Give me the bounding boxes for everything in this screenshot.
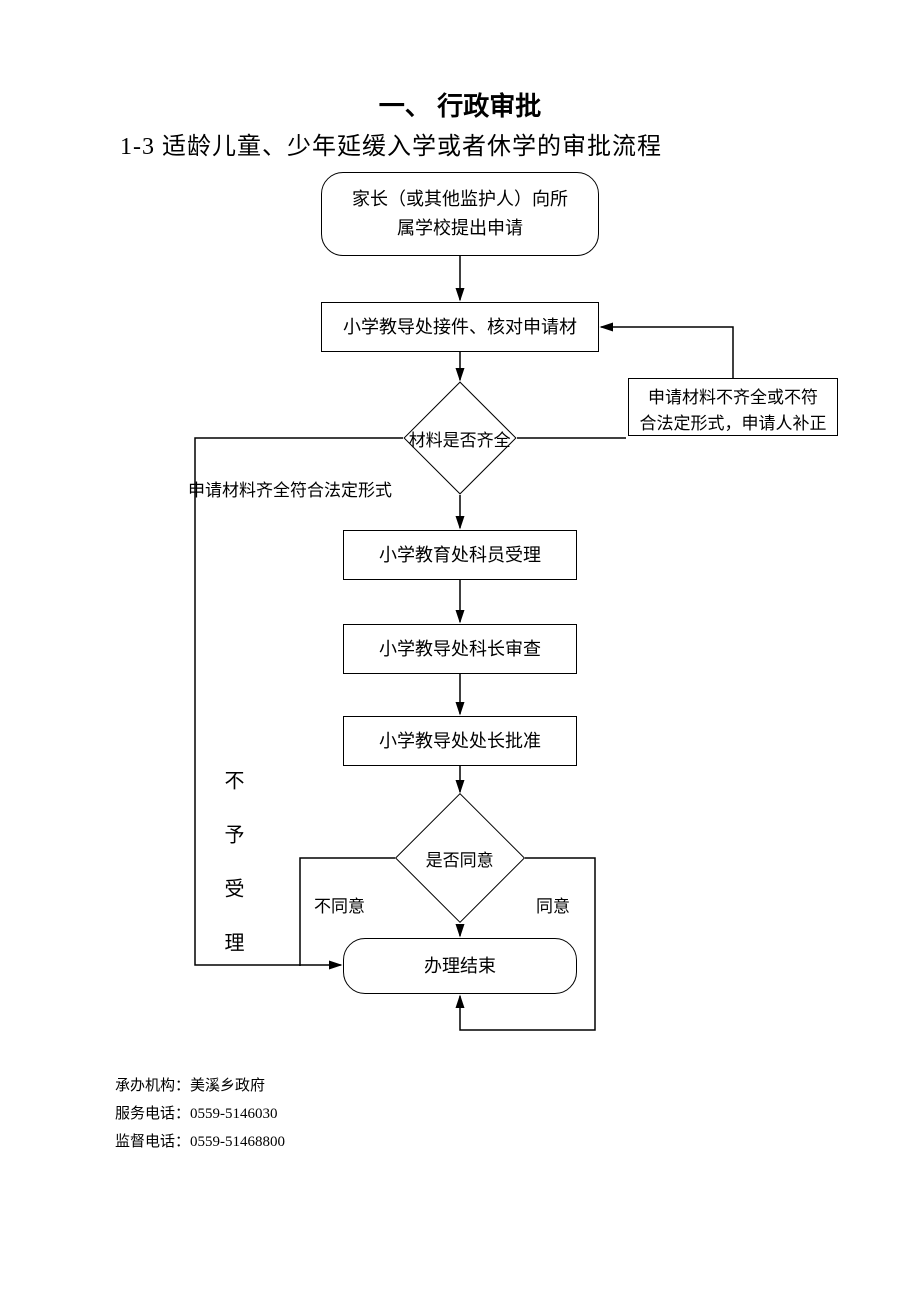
node-review-text: 小学教导处科长审查 [379, 635, 541, 664]
decision-agree-text: 是否同意 [426, 846, 494, 871]
node-end-text: 办理结束 [424, 952, 496, 981]
node-receive: 小学教导处接件、核对申请材 [321, 302, 599, 352]
footer-svc-label: 服务电话： [115, 1106, 190, 1122]
footer-service: 服务电话：0559-5146030 [115, 1100, 278, 1129]
node-review: 小学教导处科长审查 [343, 624, 577, 674]
node-approve: 小学教导处处长批准 [343, 716, 577, 766]
node-accept-text: 小学教育处科员受理 [379, 541, 541, 570]
footer-org: 承办机构：美溪乡政府 [115, 1072, 265, 1101]
decision-materials: 材料是否齐全 [403, 381, 516, 494]
footer-sup-value: 0559-51468800 [190, 1134, 285, 1150]
label-complete: 申请材料齐全符合法定形式 [188, 476, 392, 501]
label-disagree: 不同意 [314, 892, 365, 917]
node-start-text: 家长（或其他监护人）向所 属学校提出申请 [352, 185, 568, 243]
node-start: 家长（或其他监护人）向所 属学校提出申请 [321, 172, 599, 256]
footer-sup-label: 监督电话： [115, 1134, 190, 1150]
decision-agree: 是否同意 [395, 793, 525, 923]
footer-org-label: 承办机构： [115, 1078, 190, 1094]
node-incomplete-text: 申请材料不齐全或不符 合法定形式，申请人补正 [640, 388, 827, 433]
label-agree: 同意 [536, 892, 570, 917]
flow-title: 1-3 适龄儿童、少年延缓入学或者休学的审批流程 [120, 126, 662, 161]
footer-supervise: 监督电话：0559-51468800 [115, 1128, 285, 1157]
section-title: 一、 行政审批 [0, 86, 920, 123]
node-end: 办理结束 [343, 938, 577, 994]
footer-org-value: 美溪乡政府 [190, 1078, 265, 1094]
footer-svc-value: 0559-5146030 [190, 1106, 278, 1122]
node-accept: 小学教育处科员受理 [343, 530, 577, 580]
page: 一、 行政审批 1-3 适龄儿童、少年延缓入学或者休学的审批流程 家长（或其他监… [0, 0, 920, 1302]
decision-materials-text: 材料是否齐全 [409, 426, 511, 451]
node-approve-text: 小学教导处处长批准 [379, 727, 541, 756]
node-receive-text: 小学教导处接件、核对申请材 [343, 313, 577, 342]
node-incomplete: 申请材料不齐全或不符 合法定形式，申请人补正 [628, 378, 838, 436]
label-reject: 不 予 受 理 [218, 770, 247, 958]
